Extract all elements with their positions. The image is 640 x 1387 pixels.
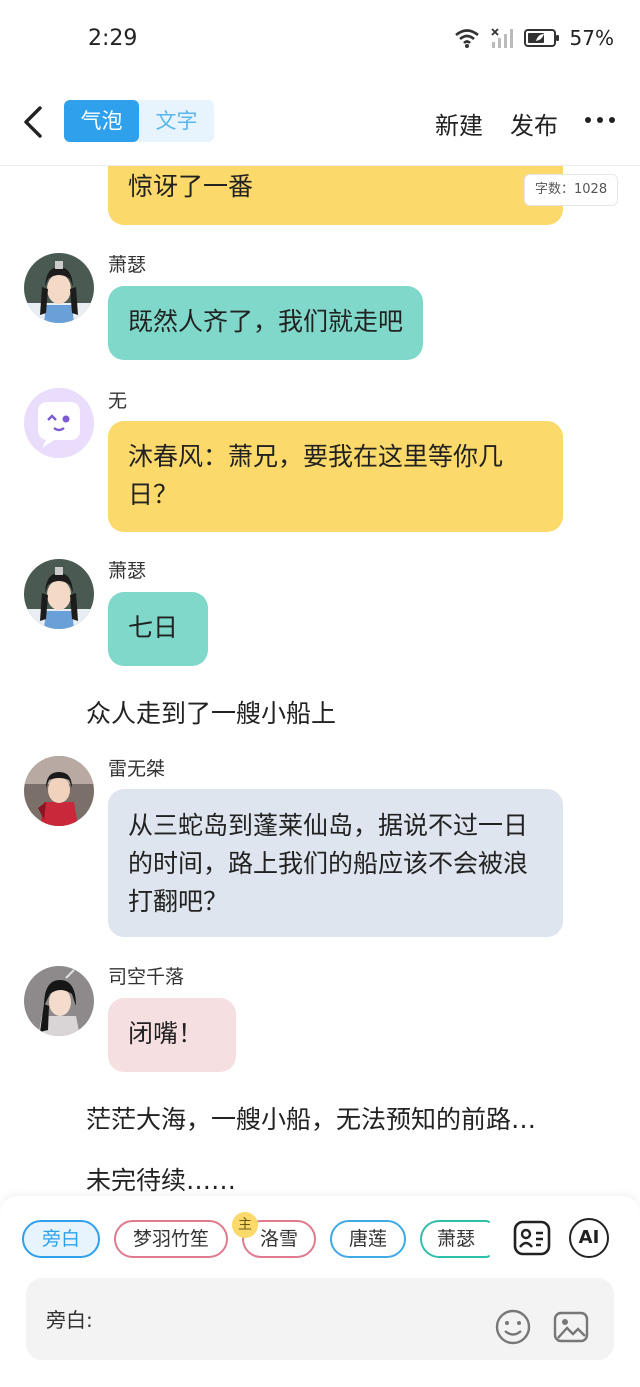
- avatar[interactable]: [24, 756, 94, 826]
- bubble-text: 沐春风：萧兄，要我在这里等你几日？: [128, 442, 504, 509]
- battery-icon: [523, 29, 559, 47]
- mode-switch: 气泡 文字: [64, 100, 214, 142]
- message-input[interactable]: 旁白:: [26, 1278, 614, 1360]
- speaker-name: 萧瑟: [108, 560, 147, 582]
- chat-bubble[interactable]: 惊讶了一番: [108, 166, 563, 225]
- role-chip-narrator[interactable]: 旁白: [22, 1220, 100, 1258]
- more-icon[interactable]: [585, 110, 615, 130]
- battery-percent: 57%: [569, 26, 614, 50]
- ai-label: AI: [578, 1227, 600, 1248]
- role-chip[interactable]: 梦羽竹笙: [114, 1220, 228, 1258]
- narration-text[interactable]: 众人走到了一艘小船上: [86, 694, 336, 730]
- input-speaker-label: 旁白:: [46, 1308, 93, 1332]
- tab-text[interactable]: 文字: [139, 100, 214, 142]
- chat-bubble[interactable]: 从三蛇岛到蓬莱仙岛，据说不过一日的时间，路上我们的船应该不会被浪打翻吧？: [108, 789, 563, 937]
- main-role-badge: 主: [232, 1212, 258, 1238]
- image-icon[interactable]: [552, 1308, 590, 1346]
- avatar[interactable]: [24, 966, 94, 1036]
- avatar[interactable]: [24, 388, 94, 458]
- status-bar: 2:29 57%: [0, 0, 640, 80]
- chat-bubble[interactable]: 闭嘴！: [108, 998, 236, 1072]
- status-icons: 57%: [454, 26, 614, 50]
- role-chip[interactable]: 萧瑟: [420, 1220, 492, 1258]
- chat-bubble[interactable]: 既然人齐了，我们就走吧: [108, 286, 424, 360]
- emoji-icon[interactable]: [494, 1308, 532, 1346]
- narration-text[interactable]: 未完待续……: [86, 1161, 236, 1196]
- bubble-text: 七日: [128, 613, 179, 642]
- new-button[interactable]: 新建: [435, 106, 483, 141]
- contact-card-icon[interactable]: [512, 1218, 552, 1258]
- word-count-badge: 字数：1028: [524, 174, 619, 206]
- chat-bubble[interactable]: 沐春风：萧兄，要我在这里等你几日？: [108, 421, 563, 532]
- wifi-icon: [454, 29, 479, 48]
- top-nav: 气泡 文字 新建 发布: [0, 80, 640, 166]
- bubble-text: 从三蛇岛到蓬莱仙岛，据说不过一日的时间，路上我们的船应该不会被浪打翻吧？: [128, 811, 529, 916]
- bottom-panel: 旁白 梦羽竹笙 洛雪 主 唐莲 萧瑟 AI 旁白:: [0, 1196, 640, 1387]
- tab-bubble[interactable]: 气泡: [64, 100, 139, 142]
- publish-button[interactable]: 发布: [510, 106, 558, 141]
- role-chip[interactable]: 唐莲: [330, 1220, 406, 1258]
- bubble-text: 既然人齐了，我们就走吧: [128, 307, 404, 336]
- chat-area[interactable]: 惊讶了一番 字数：1028 萧瑟 既然人齐了，我们就走吧 无 沐春风：萧兄，要我…: [0, 166, 640, 1196]
- speaker-name: 无: [108, 390, 128, 412]
- speaker-name: 司空千落: [108, 966, 185, 988]
- ai-button[interactable]: AI: [569, 1218, 609, 1258]
- back-arrow-icon[interactable]: [18, 102, 50, 142]
- chat-bubble[interactable]: 七日: [108, 592, 208, 666]
- status-time: 2:29: [88, 26, 138, 51]
- speaker-name: 雷无桀: [108, 758, 166, 780]
- no-signal-icon: [490, 28, 513, 48]
- avatar[interactable]: [24, 559, 94, 629]
- avatar[interactable]: [24, 253, 94, 323]
- narration-text[interactable]: 茫茫大海，一艘小船，无法预知的前路…: [86, 1100, 536, 1136]
- speaker-name: 萧瑟: [108, 254, 147, 276]
- bubble-text: 惊讶了一番: [128, 172, 254, 201]
- bubble-text: 闭嘴！: [128, 1019, 204, 1048]
